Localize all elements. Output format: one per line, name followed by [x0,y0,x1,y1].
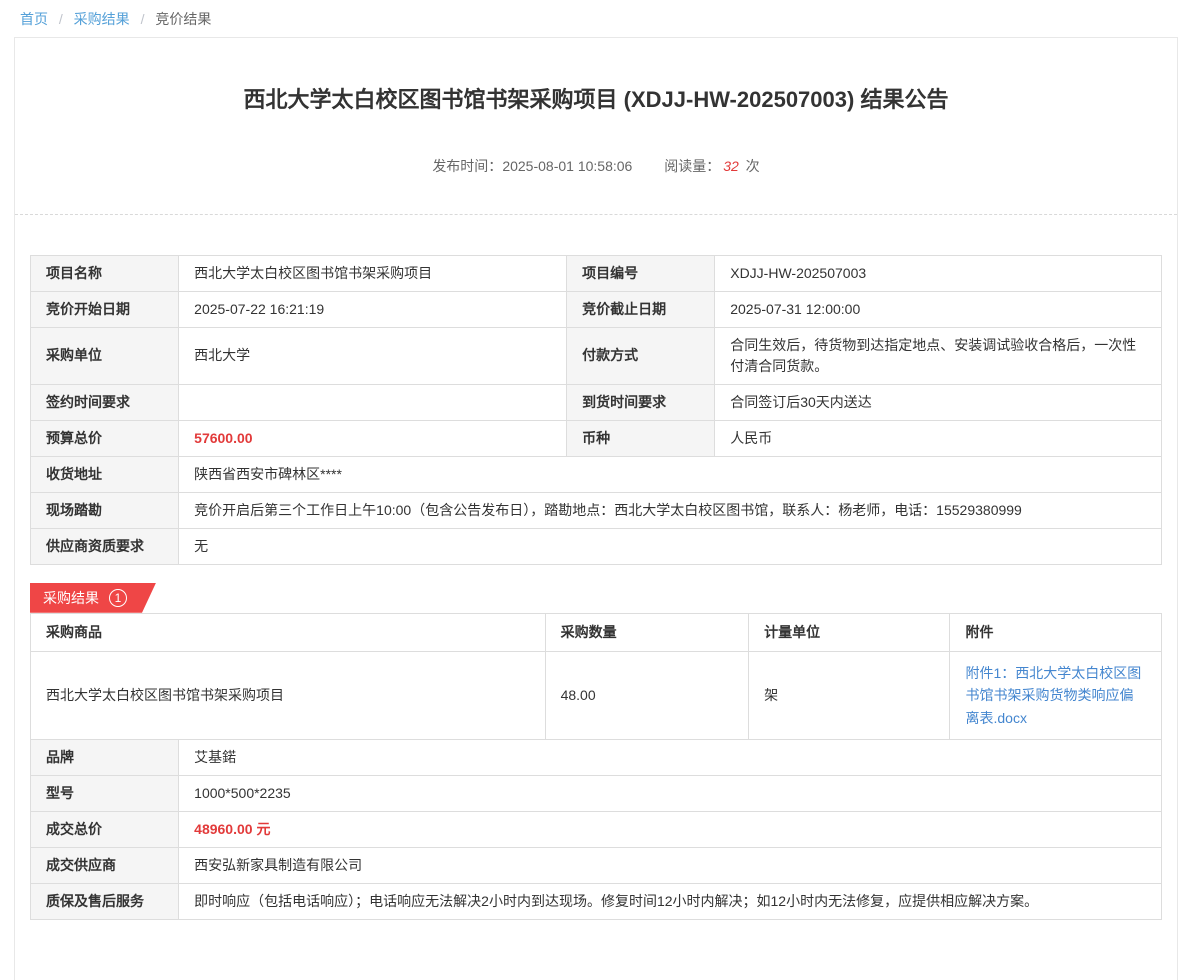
attachment-link[interactable]: 附件1：西北大学太白校区图书馆书架采购货物类响应偏离表.docx [965,665,1141,726]
breadcrumb: 首页 / 采购结果 / 竞价结果 [0,0,1192,37]
currency-label: 币种 [567,420,715,456]
breadcrumb-separator: / [59,11,63,27]
breadcrumb-home-link[interactable]: 首页 [20,11,48,27]
read-count-label: 阅读量： [664,158,720,174]
payment-method-label: 付款方式 [567,327,715,384]
table-row: 成交总价 48960.00 元 [31,811,1162,847]
winning-supplier-label: 成交供应商 [31,847,179,883]
table-row: 品牌 艾基鍩 [31,739,1162,775]
read-count-unit: 次 [746,158,760,174]
delivery-time-label: 到货时间要求 [567,384,715,420]
delivery-time-value: 合同签订后30天内送达 [715,384,1162,420]
col-header-product: 采购商品 [31,613,546,651]
purchasing-unit-value: 西北大学 [179,327,567,384]
table-row: 型号 1000*500*2235 [31,775,1162,811]
breadcrumb-separator: / [141,11,145,27]
budget-total-label: 预算总价 [31,420,179,456]
bidding-start-label: 竞价开始日期 [31,291,179,327]
warranty-service-value: 即时响应（包括电话响应）；电话响应无法解决2小时内到达现场。修复时间12小时内解… [179,883,1162,919]
bidding-deadline-value: 2025-07-31 12:00:00 [715,291,1162,327]
site-survey-value: 竞价开启后第三个工作日上午10:00（包含公告发布日），踏勘地点：西北大学太白校… [179,492,1162,528]
table-row: 项目名称 西北大学太白校区图书馆书架采购项目 项目编号 XDJJ-HW-2025… [31,255,1162,291]
table-row: 西北大学太白校区图书馆书架采购项目 48.00 架 附件1：西北大学太白校区图书… [31,651,1162,739]
badge-count: 1 [109,589,127,607]
supplier-qualification-value: 无 [179,528,1162,564]
product-unit: 架 [749,651,950,739]
table-row: 签约时间要求 到货时间要求 合同签订后30天内送达 [31,384,1162,420]
read-count-value: 32 [723,158,739,174]
currency-value: 人民币 [715,420,1162,456]
announcement-card: 西北大学太白校区图书馆书架采购项目 (XDJJ-HW-202507003) 结果… [14,37,1178,980]
budget-total-value: 57600.00 [179,420,567,456]
procurement-result-badge: 采购结果 1 [30,583,156,613]
project-name-label: 项目名称 [31,255,179,291]
signing-time-label: 签约时间要求 [31,384,179,420]
warranty-service-label: 质保及售后服务 [31,883,179,919]
deal-total-price-value: 48960.00 元 [179,811,1162,847]
table-row: 收货地址 陕西省西安市碑林区**** [31,456,1162,492]
table-row: 预算总价 57600.00 币种 人民币 [31,420,1162,456]
table-header-row: 采购商品 采购数量 计量单位 附件 [31,613,1162,651]
read-count-block: 阅读量：32 次 [664,156,759,176]
product-quantity: 48.00 [545,651,749,739]
project-name-value: 西北大学太白校区图书馆书架采购项目 [179,255,567,291]
publish-time: 发布时间：2025-08-01 10:58:06 [432,156,632,176]
col-header-quantity: 采购数量 [545,613,749,651]
project-number-label: 项目编号 [567,255,715,291]
site-survey-label: 现场踏勘 [31,492,179,528]
project-number-value: XDJJ-HW-202507003 [715,255,1162,291]
publish-time-value: 2025-08-01 10:58:06 [502,158,632,174]
deal-total-price-label: 成交总价 [31,811,179,847]
bidding-start-value: 2025-07-22 16:21:19 [179,291,567,327]
page-title: 西北大学太白校区图书馆书架采购项目 (XDJJ-HW-202507003) 结果… [15,38,1177,116]
table-row: 成交供应商 西安弘新家具制造有限公司 [31,847,1162,883]
bidding-deadline-label: 竞价截止日期 [567,291,715,327]
table-row: 现场踏勘 竞价开启后第三个工作日上午10:00（包含公告发布日），踏勘地点：西北… [31,492,1162,528]
breadcrumb-purchase-results-link[interactable]: 采购结果 [74,11,130,27]
payment-method-value: 合同生效后，待货物到达指定地点、安装调试验收合格后，一次性付清合同货款。 [715,327,1162,384]
table-row: 采购单位 西北大学 付款方式 合同生效后，待货物到达指定地点、安装调试验收合格后… [31,327,1162,384]
delivery-address-label: 收货地址 [31,456,179,492]
result-table: 采购商品 采购数量 计量单位 附件 西北大学太白校区图书馆书架采购项目 48.0… [30,613,1162,740]
signing-time-value [179,384,567,420]
supplier-qualification-label: 供应商资质要求 [31,528,179,564]
col-header-unit: 计量单位 [749,613,950,651]
brand-value: 艾基鍩 [179,739,1162,775]
purchasing-unit-label: 采购单位 [31,327,179,384]
col-header-attachment: 附件 [950,613,1162,651]
product-name: 西北大学太白校区图书馆书架采购项目 [31,651,546,739]
deal-detail-table: 品牌 艾基鍩 型号 1000*500*2235 成交总价 48960.00 元 … [30,739,1162,920]
project-info-table: 项目名称 西北大学太白校区图书馆书架采购项目 项目编号 XDJJ-HW-2025… [30,255,1162,565]
breadcrumb-current: 竞价结果 [155,11,211,27]
winning-supplier-value: 西安弘新家具制造有限公司 [179,847,1162,883]
table-row: 质保及售后服务 即时响应（包括电话响应）；电话响应无法解决2小时内到达现场。修复… [31,883,1162,919]
delivery-address-value: 陕西省西安市碑林区**** [179,456,1162,492]
table-row: 供应商资质要求 无 [31,528,1162,564]
badge-label: 采购结果 [43,588,99,608]
article-meta: 发布时间：2025-08-01 10:58:06 阅读量：32 次 [15,156,1177,176]
table-row: 竞价开始日期 2025-07-22 16:21:19 竞价截止日期 2025-0… [31,291,1162,327]
model-label: 型号 [31,775,179,811]
brand-label: 品牌 [31,739,179,775]
model-value: 1000*500*2235 [179,775,1162,811]
publish-time-label: 发布时间： [432,158,502,174]
